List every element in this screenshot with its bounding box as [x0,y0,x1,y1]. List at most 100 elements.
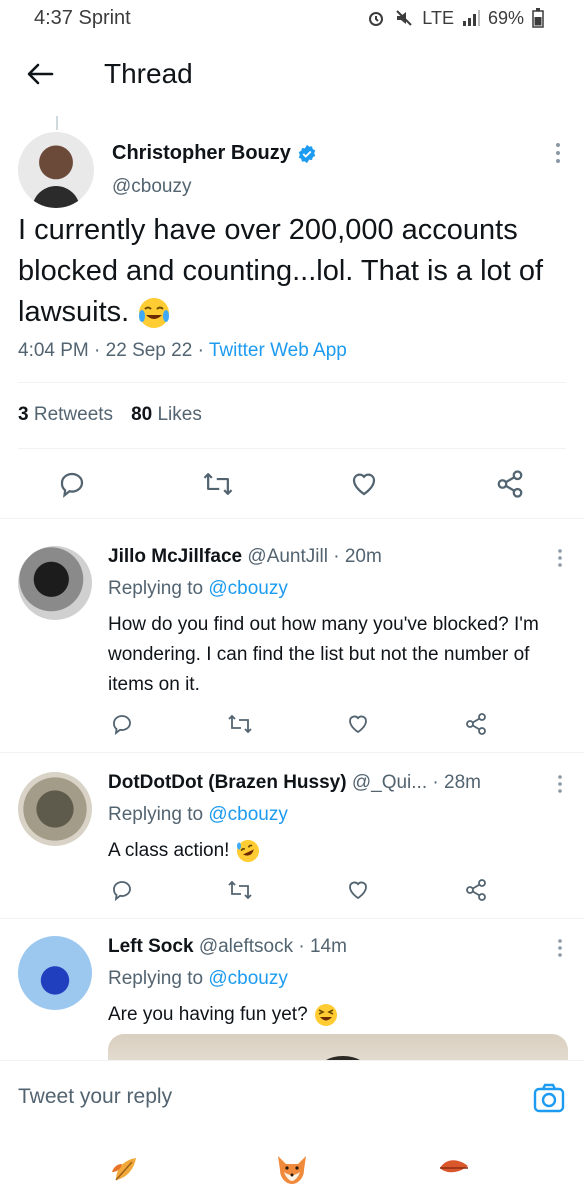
retweet-icon [203,473,233,495]
verified-badge-icon [298,144,316,163]
replying-to-label: Replying to [108,968,204,989]
system-navigation-bar [0,1136,584,1200]
alarm-icon [369,12,384,26]
more-options-button[interactable] [554,142,562,169]
share-button[interactable] [462,710,490,738]
replying-to-handle[interactable]: @cbouzy [208,578,288,599]
retweet-button[interactable] [200,466,236,502]
likes-stat[interactable]: 80 Likes [131,404,202,426]
avatar[interactable] [18,936,92,1010]
reply-tweet[interactable]: Jillo McJillface @AuntJill · 20m Replyin… [0,546,584,750]
reply-icon [113,715,131,736]
retweet-button[interactable] [226,876,254,904]
camera-icon [533,1083,565,1113]
battery-percent: 69% [487,7,524,28]
share-icon [466,713,486,735]
home-button[interactable] [270,1146,314,1190]
reply-time: 20m [344,546,382,567]
reply-actions [108,876,498,904]
replying-to: Replying to @cbouzy [108,968,288,990]
more-vertical-icon [556,143,560,163]
fox-icon [278,1156,306,1184]
divider [0,918,584,919]
mute-icon [396,10,412,26]
tweet-source-link[interactable]: Twitter Web App [209,340,347,361]
back-button[interactable] [20,54,60,94]
share-button[interactable] [462,876,490,904]
app-bar: Thread [0,36,584,112]
like-icon [349,881,367,900]
more-options-button[interactable] [556,774,564,799]
tears-of-joy-emoji-icon [139,298,170,329]
tweet-meta: 4:04 PM · 22 Sep 22 · Twitter Web App [18,340,347,361]
back-arrow-icon [27,63,54,85]
replying-to: Replying to @cbouzy [108,578,288,600]
reply-author-name[interactable]: Jillo McJillface [108,546,242,567]
tweet-actions [0,466,584,502]
status-indicators: LTE 69% [366,8,544,29]
reply-button[interactable] [54,466,90,502]
camera-button[interactable] [532,1081,566,1115]
avatar[interactable] [18,132,94,208]
likes-count: 80 [131,404,153,425]
reply-icon [113,881,131,902]
reply-header: DotDotDot (Brazen Hussy) @_Qui... · 28m [108,772,481,793]
reply-author-name[interactable]: Left Sock [108,936,194,957]
reply-actions [108,710,498,738]
rolling-laughing-emoji-icon [236,839,259,862]
reply-text: A class action! [108,836,558,866]
reply-text-content: A class action! [108,840,230,861]
avatar[interactable] [18,772,92,846]
back-nav-button[interactable] [432,1146,476,1190]
retweet-icon [228,880,252,900]
replying-to-handle[interactable]: @cbouzy [208,968,288,989]
reply-tweet[interactable]: DotDotDot (Brazen Hussy) @_Qui... · 28m … [0,772,584,916]
reply-button[interactable] [108,710,136,738]
replying-to-handle[interactable]: @cbouzy [208,804,288,825]
retweet-button[interactable] [226,710,254,738]
status-time-carrier: 4:37 Sprint [34,6,131,29]
tweet-text: I currently have over 200,000 accounts b… [18,210,568,333]
retweets-stat[interactable]: 3 Retweets [18,404,113,426]
status-bar: 4:37 Sprint LTE 69% [0,0,584,36]
replying-to: Replying to @cbouzy [108,804,288,826]
reply-input[interactable]: Tweet your reply [18,1085,172,1109]
leaf-icon [112,1158,136,1181]
reply-button[interactable] [108,876,136,904]
reply-time: 28m [444,772,481,793]
author-name-row[interactable]: Christopher Bouzy [112,142,317,165]
reply-header: Jillo McJillface @AuntJill · 20m [108,546,382,567]
thread-connector-line [56,116,58,130]
page-title: Thread [104,58,193,89]
more-options-button[interactable] [556,938,564,963]
reply-composer: Tweet your reply [0,1060,584,1136]
reply-author-handle[interactable]: @_Qui... [352,772,427,793]
reply-header: Left Sock @aleftsock · 14m [108,936,347,957]
tweet-text-content: I currently have over 200,000 accounts b… [18,214,544,328]
share-button[interactable] [492,466,528,502]
divider [18,448,566,449]
like-icon [349,715,367,734]
author-handle[interactable]: @cbouzy [112,176,192,198]
reply-author-handle[interactable]: @aleftsock [199,936,293,957]
divider [0,518,584,519]
like-button[interactable] [344,876,372,904]
divider [18,382,566,383]
like-button[interactable] [344,710,372,738]
share-icon [466,879,486,901]
reply-text: How do you find out how many you've bloc… [108,614,539,695]
more-options-button[interactable] [556,548,564,573]
reply-icon [60,472,84,498]
likes-label: Likes [157,404,202,425]
replying-to-label: Replying to [108,578,204,599]
reply-author-handle[interactable]: @AuntJill [247,546,328,567]
recent-apps-button[interactable] [104,1146,148,1190]
avatar[interactable] [18,546,92,620]
reply-author-name[interactable]: DotDotDot (Brazen Hussy) [108,772,347,793]
grinning-squinting-emoji-icon [314,1003,337,1026]
share-icon [497,470,523,498]
reply-time: 14m [309,936,347,957]
like-button[interactable] [346,466,382,502]
reply-text-content: Are you having fun yet? [108,1004,308,1025]
retweet-icon [228,714,252,734]
